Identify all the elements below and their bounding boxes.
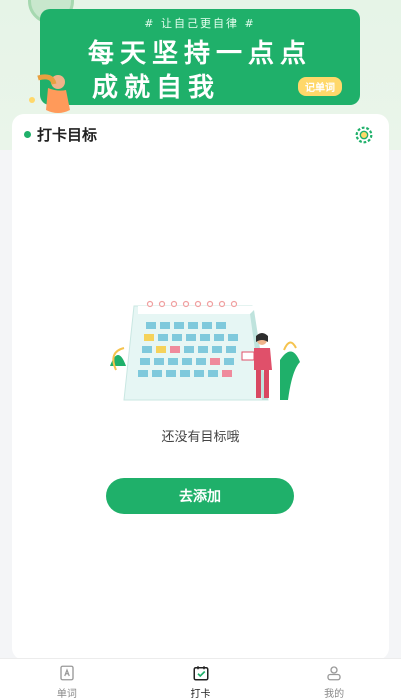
checkin-calendar-icon [193,666,208,681]
nav-label-words: 单词 [56,689,77,700]
nav-item-words[interactable]: 单词 [0,659,134,700]
banner-headline-1: 每天坚持一点点 [87,39,312,69]
banner-board: # 让自己更自律 # 每天坚持一点点 成就自我 记单词 [40,9,360,105]
nav-label-checkin: 打卡 [190,689,211,700]
card-header: 打卡目标 [24,124,97,145]
card-title: 打卡目标 [37,126,98,144]
word-book-icon [60,665,74,681]
bottom-nav: 单词 打卡 我的 [0,658,401,700]
nav-item-checkin[interactable]: 打卡 [134,659,268,700]
banner-chip: 记单词 [298,77,342,96]
empty-state-text: 还没有目标哦 [161,430,240,445]
empty-calendar-illustration [110,300,300,401]
settings-gear-icon[interactable] [353,124,375,146]
nav-label-profile: 我的 [324,689,345,700]
title-dot [24,131,31,138]
checkin-card: 打卡目标 还没有目标哦 去添加 [12,114,389,660]
banner-headline-2: 成就自我 [92,73,221,103]
banner-tagline: # 让自己更自律 # [144,17,256,30]
nav-item-profile[interactable]: 我的 [267,659,401,700]
profile-icon [327,666,341,681]
figure-illustration [29,74,70,113]
add-goal-button[interactable]: 去添加 [106,478,294,514]
